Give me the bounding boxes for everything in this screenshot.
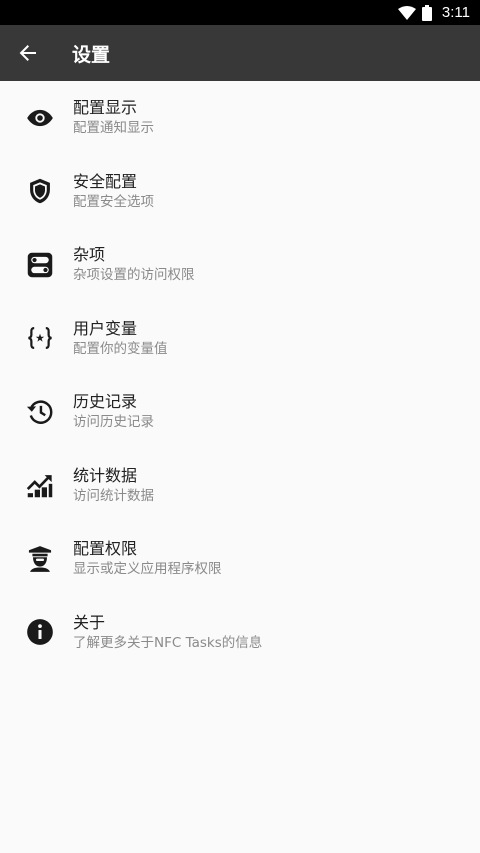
settings-item-user-variables[interactable]: 用户变量 配置你的变量值 (0, 302, 480, 376)
toggles-icon (27, 252, 53, 277)
settings-item-subtitle: 访问统计数据 (73, 487, 154, 504)
settings-item-security[interactable]: 安全配置 配置安全选项 (0, 155, 480, 229)
settings-item-title: 历史记录 (73, 392, 138, 412)
status-time: 3:11 (441, 4, 470, 21)
page-title: 设置 (72, 43, 111, 66)
settings-item-misc[interactable]: 杂项 杂项设置的访问权限 (0, 228, 480, 302)
settings-item-title: 配置权限 (73, 539, 138, 559)
settings-item-title: 用户变量 (73, 318, 138, 338)
settings-item-subtitle: 了解更多关于NFC Tasks的信息 (73, 634, 263, 651)
wifi-icon (397, 5, 416, 20)
settings-item-title: 统计数据 (73, 465, 138, 485)
app-bar: 设置 (0, 25, 480, 81)
settings-item-about[interactable]: 关于 了解更多关于NFC Tasks的信息 (0, 596, 480, 670)
settings-item-permissions[interactable]: 配置权限 显示或定义应用程序权限 (0, 522, 480, 596)
shield-icon (30, 179, 50, 204)
info-icon (27, 619, 53, 646)
arrow-back-icon (19, 45, 36, 61)
settings-item-subtitle: 配置你的变量值 (73, 340, 168, 357)
settings-list: 配置显示 配置通知显示 安全配置 配置安全选项 杂项 杂项设置的访问权限 用户变… (0, 81, 480, 669)
variable-braces-icon (28, 327, 52, 350)
settings-item-history[interactable]: 历史记录 访问历史记录 (0, 375, 480, 449)
police-badge-icon (28, 545, 52, 572)
settings-item-subtitle: 杂项设置的访问权限 (73, 267, 195, 284)
settings-item-subtitle: 配置通知显示 (73, 120, 154, 137)
settings-item-subtitle: 配置安全选项 (73, 193, 154, 210)
settings-item-title: 安全配置 (73, 171, 138, 191)
chart-icon (26, 475, 53, 498)
settings-item-title: 杂项 (73, 245, 106, 265)
eye-icon (27, 109, 53, 126)
settings-item-subtitle: 访问历史记录 (73, 414, 154, 431)
settings-item-statistics[interactable]: 统计数据 访问统计数据 (0, 449, 480, 523)
back-button[interactable] (0, 25, 56, 81)
settings-item-title: 配置显示 (73, 98, 138, 118)
status-bar: 3:11 (0, 0, 480, 25)
settings-item-subtitle: 显示或定义应用程序权限 (73, 561, 222, 578)
battery-icon (421, 4, 432, 21)
settings-item-display[interactable]: 配置显示 配置通知显示 (0, 81, 480, 155)
history-icon (26, 400, 53, 424)
settings-item-title: 关于 (73, 612, 106, 632)
